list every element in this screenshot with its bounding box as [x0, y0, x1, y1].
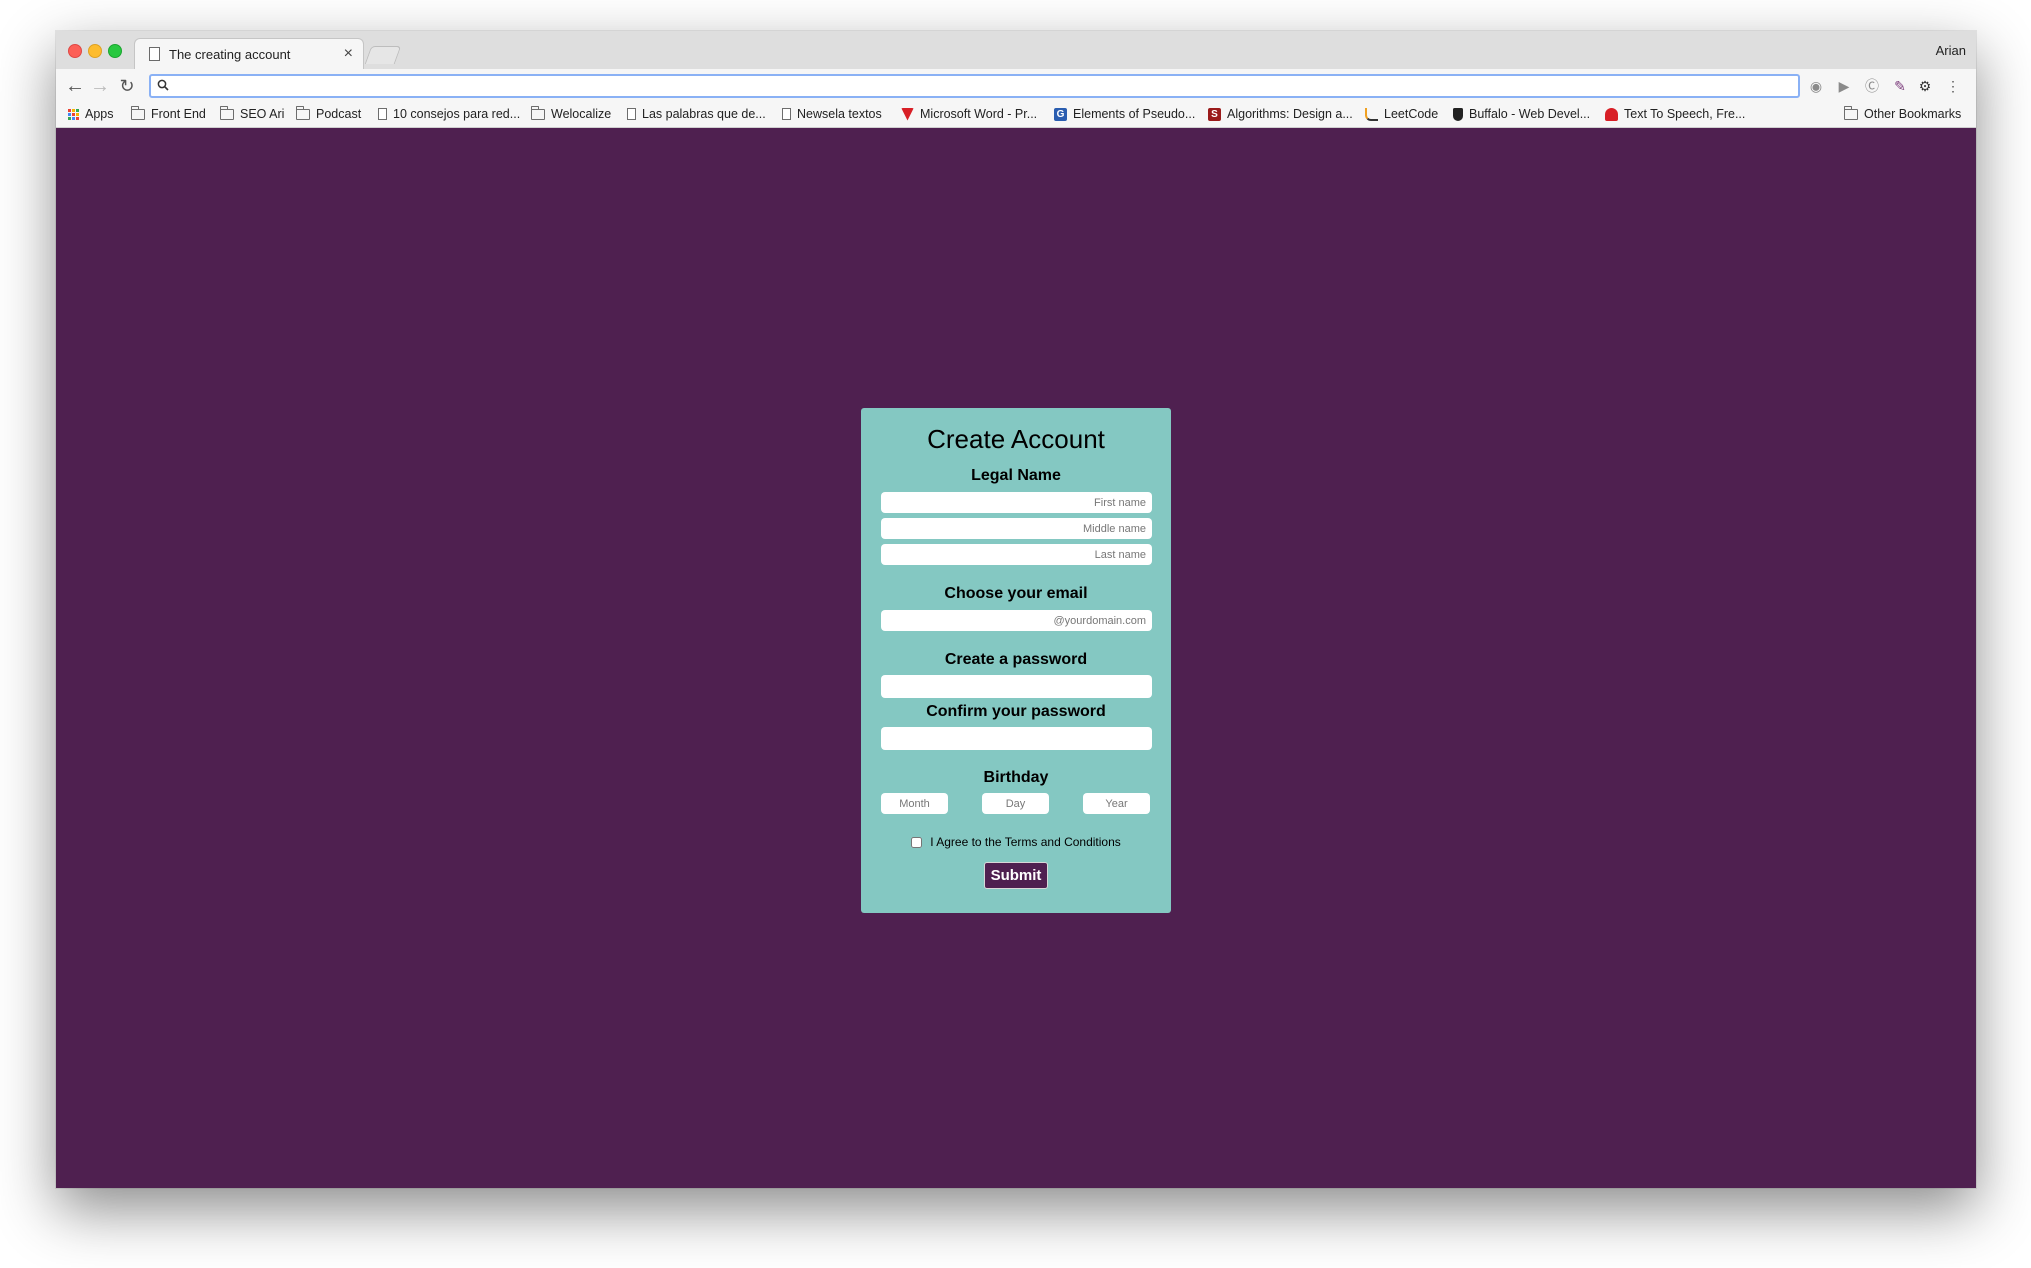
address-input[interactable]: [175, 76, 1775, 96]
bookmark-elements-pseudo[interactable]: G Elements of Pseudo...: [1054, 107, 1195, 121]
page-icon: [627, 108, 636, 120]
folder-icon: [220, 105, 234, 120]
password-label: Create a password: [944, 651, 1088, 668]
folder-icon: [131, 105, 145, 120]
page-icon: [378, 108, 387, 120]
first-name-input[interactable]: [881, 492, 1152, 513]
folder-icon: [296, 105, 310, 120]
email-label: Choose your email: [944, 585, 1088, 602]
confirm-password-label: Confirm your password: [926, 703, 1106, 720]
bookmark-las-palabras[interactable]: Las palabras que de...: [627, 107, 766, 121]
audio-icon[interactable]: ▶: [1835, 77, 1853, 95]
birthday-day-input[interactable]: [982, 793, 1049, 814]
form-title: Create Account: [927, 424, 1105, 454]
new-tab-button[interactable]: [364, 46, 402, 64]
skype-icon[interactable]: Ⓒ: [1863, 77, 1881, 95]
middle-name-input[interactable]: [881, 518, 1152, 539]
submit-button[interactable]: Submit: [984, 862, 1048, 889]
forward-arrow-icon[interactable]: →: [89, 75, 111, 97]
s-icon: S: [1208, 107, 1221, 121]
bookmark-apps[interactable]: Apps: [68, 107, 114, 121]
menu-icon[interactable]: ⋮: [1944, 77, 1962, 95]
bookmark-welocalize[interactable]: Welocalize: [531, 105, 611, 121]
bookmark-seo-ari[interactable]: SEO Ari: [220, 105, 284, 121]
bookmark-front-end[interactable]: Front End: [131, 105, 206, 121]
search-icon: [157, 79, 169, 91]
tab-title: The creating account: [169, 47, 291, 62]
tab-strip: The creating account × Arian: [56, 31, 1976, 69]
birthday-year-input[interactable]: [1083, 793, 1150, 814]
bookmarks-bar: Apps Front End SEO Ari Podcast 10 consej…: [56, 103, 1976, 128]
extension-icon[interactable]: ✎: [1891, 77, 1909, 95]
bookmark-text-to-speech[interactable]: Text To Speech, Fre...: [1605, 107, 1745, 121]
leetcode-icon: [1365, 107, 1378, 121]
shield-icon: [1453, 107, 1463, 121]
pdf-icon: [901, 107, 914, 121]
terms-checkbox[interactable]: [911, 836, 923, 848]
reload-icon[interactable]: ↻: [116, 75, 138, 97]
bookmark-other-bookmarks[interactable]: Other Bookmarks: [1844, 105, 1961, 121]
document-icon: [149, 47, 160, 61]
tab-active[interactable]: The creating account ×: [134, 38, 364, 69]
maximize-window-button[interactable]: [108, 44, 122, 58]
bookmark-microsoft-word[interactable]: Microsoft Word - Pr...: [901, 107, 1037, 121]
password-input[interactable]: [881, 675, 1152, 698]
bookmark-podcast[interactable]: Podcast: [296, 105, 361, 121]
extension-icon-2[interactable]: ⚙: [1916, 77, 1934, 95]
profile-name[interactable]: Arian: [1936, 43, 1966, 58]
terms-row: I Agree to the Terms and Conditions: [861, 835, 1171, 849]
email-input[interactable]: [881, 610, 1152, 631]
tab-close-icon[interactable]: ×: [344, 45, 353, 63]
camera-icon[interactable]: ◉: [1807, 77, 1825, 95]
terms-label: I Agree to the Terms and Conditions: [930, 835, 1121, 849]
confirm-password-input[interactable]: [881, 727, 1152, 750]
page-icon: [782, 108, 791, 120]
address-bar[interactable]: [149, 74, 1800, 98]
folder-icon: [531, 105, 545, 120]
g-icon: G: [1054, 107, 1067, 121]
folder-icon: [1844, 105, 1858, 120]
tts-icon: [1605, 107, 1618, 121]
bookmark-algorithms[interactable]: S Algorithms: Design a...: [1208, 107, 1353, 121]
bookmark-leetcode[interactable]: LeetCode: [1365, 107, 1438, 121]
apps-grid-icon: [68, 108, 79, 120]
last-name-input[interactable]: [881, 544, 1152, 565]
bookmark-buffalo[interactable]: Buffalo - Web Devel...: [1453, 107, 1590, 121]
close-window-button[interactable]: [68, 44, 82, 58]
birthday-month-input[interactable]: [881, 793, 948, 814]
minimize-window-button[interactable]: [88, 44, 102, 58]
birthday-label: Birthday: [983, 769, 1049, 786]
bookmark-newsela[interactable]: Newsela textos: [782, 107, 882, 121]
create-account-form: Create Account Legal Name Choose your em…: [861, 408, 1171, 913]
browser-toolbar: ← → ↻ ◉ ▶ Ⓒ ✎ ⚙ ⋮: [56, 69, 1976, 103]
browser-window: The creating account × Arian ← → ↻ ◉ ▶ Ⓒ…: [56, 31, 1976, 1188]
back-arrow-icon[interactable]: ←: [64, 75, 86, 97]
legal-name-label: Legal Name: [971, 467, 1061, 484]
bookmark-10-consejos[interactable]: 10 consejos para red...: [378, 107, 520, 121]
